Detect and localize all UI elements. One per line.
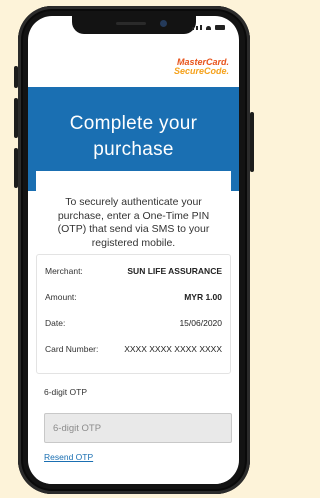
notch	[72, 16, 196, 34]
speaker-grille	[116, 22, 146, 25]
detail-row-merchant: Merchant: SUN LIFE ASSURANCE	[45, 259, 222, 283]
wifi-icon	[206, 26, 211, 30]
detail-row-amount: Amount: MYR 1.00	[45, 285, 222, 309]
battery-icon	[215, 25, 225, 30]
otp-input[interactable]	[44, 413, 232, 443]
signal-icon	[196, 26, 198, 30]
detail-label: Date:	[45, 318, 66, 328]
resend-otp-link[interactable]: Resend OTP	[44, 452, 93, 462]
detail-value: 15/06/2020	[179, 318, 222, 328]
power-button	[250, 112, 254, 172]
detail-label: Merchant:	[45, 266, 83, 276]
volume-up-button	[14, 66, 18, 88]
volume-down-button	[14, 98, 18, 138]
signal-icon	[192, 27, 194, 30]
phone-screen: MasterCard. SecureCode. Complete your pu…	[28, 16, 239, 484]
logo-line-2: SecureCode.	[173, 66, 229, 76]
otp-label: 6-digit OTP	[44, 387, 87, 397]
otp-card: To securely authenticate your purchase, …	[36, 171, 232, 484]
detail-label: Card Number:	[45, 344, 99, 354]
camera-icon	[160, 20, 167, 27]
detail-value: XXXX XXXX XXXX XXXX	[124, 344, 222, 354]
detail-row-date: Date: 15/06/2020	[45, 311, 222, 335]
detail-row-card-number: Card Number: XXXX XXXX XXXX XXXX	[45, 337, 222, 361]
signal-icon	[200, 25, 202, 30]
detail-label: Amount:	[45, 292, 77, 302]
instructions-text: To securely authenticate your purchase, …	[57, 196, 210, 249]
mastercard-securecode-logo: MasterCard. SecureCode.	[174, 58, 229, 76]
transaction-details: Merchant: SUN LIFE ASSURANCE Amount: MYR…	[36, 254, 231, 374]
side-button	[14, 148, 18, 188]
page-title: Complete your purchase	[69, 113, 198, 160]
detail-value: MYR 1.00	[184, 292, 222, 302]
status-bar	[192, 25, 225, 30]
detail-value: SUN LIFE ASSURANCE	[127, 266, 222, 276]
